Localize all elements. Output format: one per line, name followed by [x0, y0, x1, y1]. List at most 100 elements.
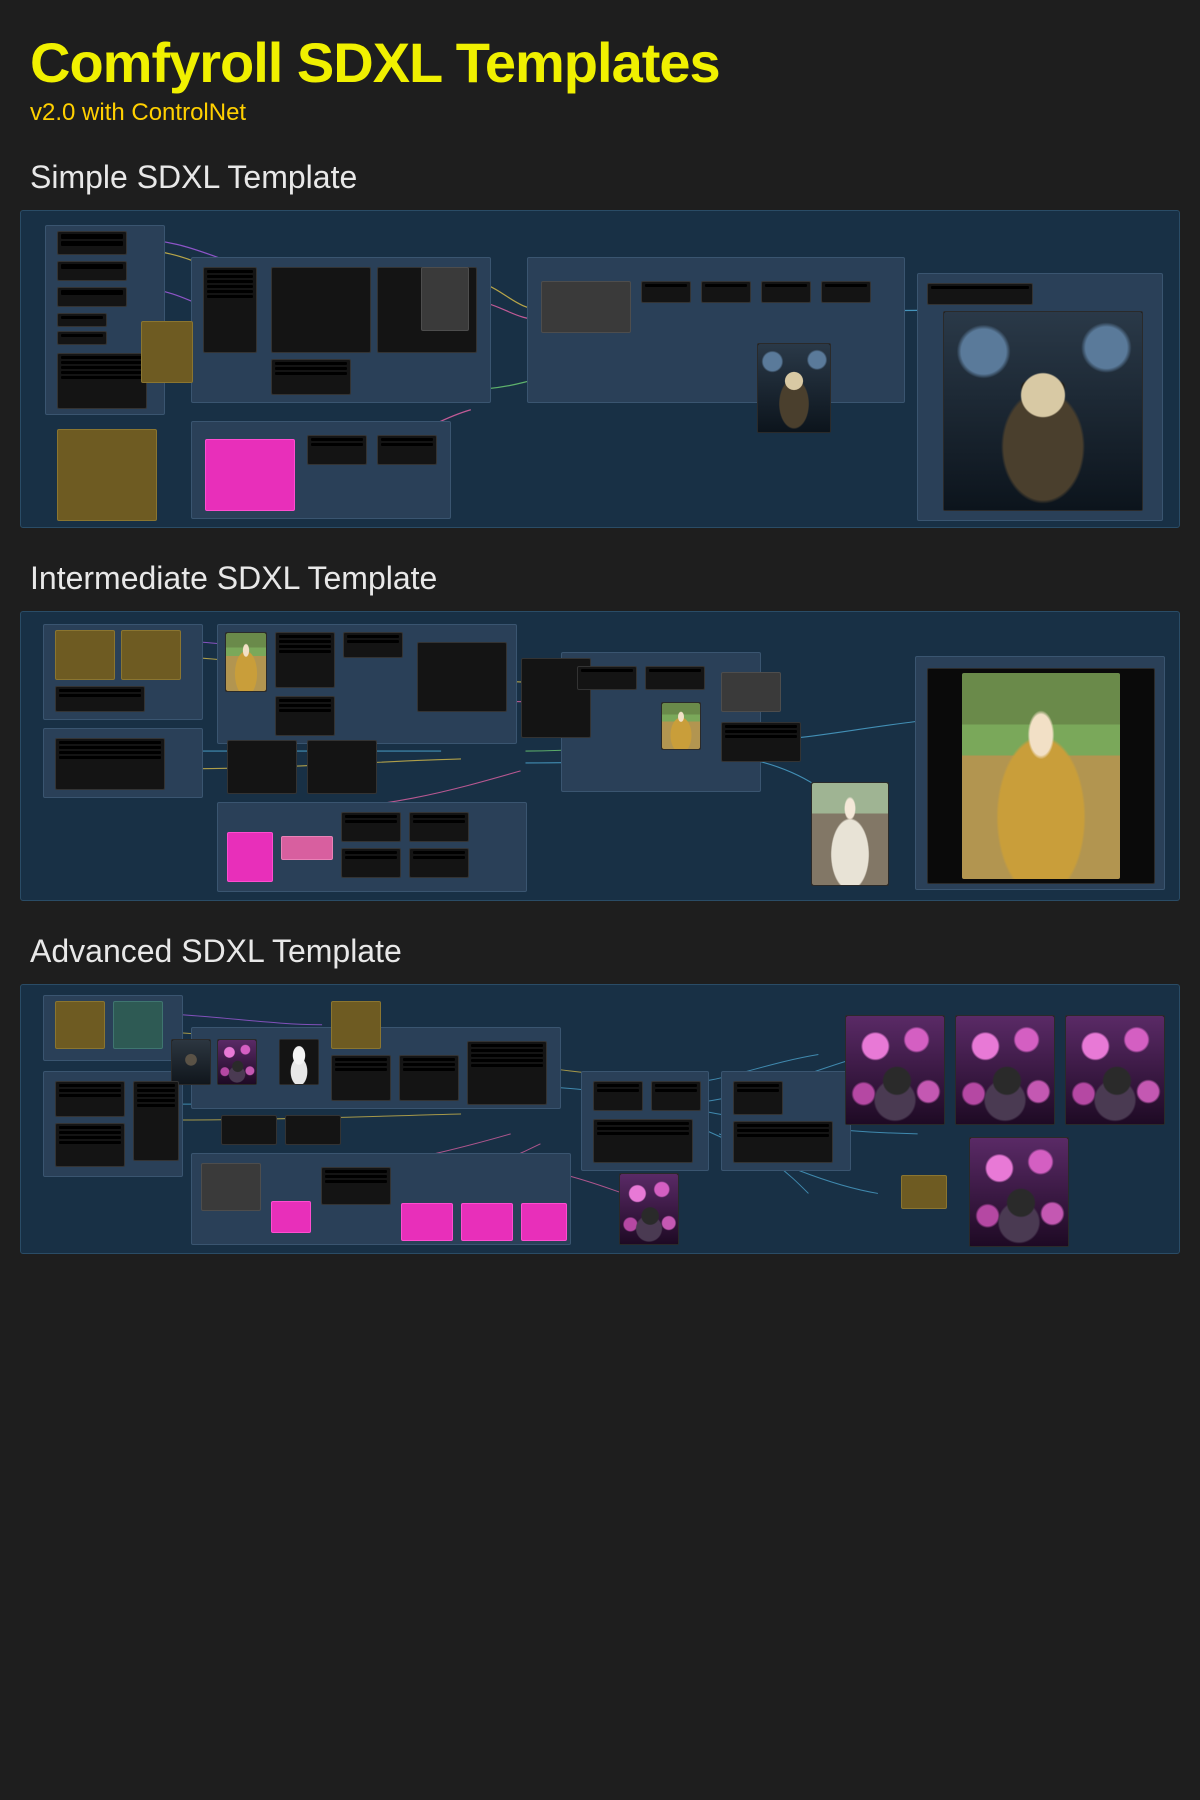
node-preview-4[interactable]: [969, 1137, 1069, 1247]
preview-0-thumb: [620, 1174, 678, 1244]
section-title-advanced: Advanced SDXL Template: [0, 901, 1200, 984]
node-ref-note[interactable]: [331, 1001, 381, 1049]
preview-2-thumb: [956, 1016, 1054, 1124]
node-preview-large[interactable]: [943, 311, 1143, 511]
node-note-olive-top2[interactable]: [121, 630, 181, 680]
node-pipeline-b[interactable]: [377, 435, 437, 465]
workflow-canvas-intermediate[interactable]: [20, 611, 1180, 901]
preview-thumb-large: [944, 312, 1142, 510]
node-cn-params-b[interactable]: [341, 848, 401, 878]
node-note-teal[interactable]: [113, 1001, 163, 1049]
ref-thumb: [226, 633, 266, 691]
node-cn-apply-3[interactable]: [461, 1203, 513, 1241]
latent-thumb: [662, 703, 700, 749]
preview-mid-thumb: [812, 783, 888, 885]
node-sampler-opts-2[interactable]: [651, 1081, 701, 1111]
node-vae-decode[interactable]: [761, 281, 811, 303]
node-preview-3[interactable]: [1065, 1015, 1165, 1125]
ref-a-thumb: [172, 1040, 210, 1084]
node-ref-params-1[interactable]: [331, 1055, 391, 1101]
node-refine-b[interactable]: [733, 1121, 833, 1163]
node-small-b[interactable]: [57, 331, 107, 345]
node-prompt-box-3[interactable]: [275, 696, 335, 736]
node-meta-a[interactable]: [55, 686, 145, 712]
workflow-canvas-advanced[interactable]: [20, 984, 1180, 1254]
node-sampler-opts[interactable]: [593, 1081, 643, 1111]
node-save-image-meta[interactable]: [927, 283, 1033, 305]
workflow-canvas-simple[interactable]: [20, 210, 1180, 528]
node-pipeline-a[interactable]: [307, 435, 367, 465]
node-load-lora[interactable]: [57, 287, 127, 307]
node-preview-large[interactable]: [927, 668, 1155, 884]
node-sampler-a[interactable]: [577, 666, 637, 690]
node-load-vae[interactable]: [57, 261, 127, 281]
node-param-c[interactable]: [133, 1081, 179, 1161]
node-preview-1[interactable]: [845, 1015, 945, 1125]
node-ref-image[interactable]: [225, 632, 267, 692]
node-clip-params[interactable]: [203, 267, 257, 353]
node-cn-mid[interactable]: [321, 1167, 391, 1205]
node-ksampler-panel[interactable]: [541, 281, 631, 333]
node-param-a[interactable]: [55, 1081, 125, 1117]
node-ref-b[interactable]: [217, 1039, 257, 1085]
preview-4-thumb: [970, 1138, 1068, 1246]
node-latent-preview[interactable]: [661, 702, 701, 750]
node-ksampler-opts-c[interactable]: [821, 281, 871, 303]
node-cn-apply-1[interactable]: [271, 1201, 311, 1233]
section-title-intermediate: Intermediate SDXL Template: [0, 528, 1200, 611]
node-preview-mid[interactable]: [811, 782, 889, 886]
page-title: Comfyroll SDXL Templates: [0, 0, 1200, 95]
node-cn-setup-a[interactable]: [227, 740, 297, 794]
ref-c-thumb: [280, 1040, 318, 1084]
node-cn-apply-2[interactable]: [401, 1203, 453, 1241]
node-positive[interactable]: [417, 642, 507, 712]
node-cn-img-a[interactable]: [221, 1115, 277, 1145]
node-load-checkpoint[interactable]: [57, 231, 127, 255]
node-cn-aux[interactable]: [281, 836, 333, 860]
node-cn-params-d[interactable]: [409, 848, 469, 878]
page-subtitle: v2.0 with ControlNet: [0, 95, 1200, 127]
node-prompt-positive[interactable]: [271, 267, 371, 353]
node-sampler-opts-3[interactable]: [593, 1119, 693, 1163]
node-ref-params-2[interactable]: [399, 1055, 459, 1101]
node-loaders[interactable]: [55, 738, 165, 790]
node-prompt-styles[interactable]: [271, 359, 351, 395]
node-ksampler-opts-a[interactable]: [641, 281, 691, 303]
node-preview-0[interactable]: [619, 1173, 679, 1245]
section-title-simple: Simple SDXL Template: [0, 127, 1200, 210]
node-prompt-box-2[interactable]: [343, 632, 403, 658]
node-cn-apply[interactable]: [227, 832, 273, 882]
node-cn-params-c[interactable]: [409, 812, 469, 842]
node-decode[interactable]: [721, 672, 781, 712]
preview-1-thumb: [846, 1016, 944, 1124]
node-note-olive-1[interactable]: [141, 321, 193, 383]
node-ref-params-3[interactable]: [467, 1041, 547, 1105]
node-sampler-b[interactable]: [645, 666, 705, 690]
preview-thumb-small: [758, 344, 830, 432]
node-refine-note[interactable]: [901, 1175, 947, 1209]
node-controlnet-apply[interactable]: [205, 439, 295, 511]
node-preview-2[interactable]: [955, 1015, 1055, 1125]
node-ksampler-opts-b[interactable]: [701, 281, 751, 303]
node-ref-c[interactable]: [279, 1039, 319, 1085]
node-conditioning[interactable]: [421, 267, 469, 331]
node-note-olive-2[interactable]: [57, 429, 157, 521]
node-cn-block[interactable]: [201, 1163, 261, 1211]
preview-3-thumb: [1066, 1016, 1164, 1124]
node-note-olive[interactable]: [55, 1001, 105, 1049]
ref-b-thumb: [218, 1040, 256, 1084]
node-preview-small[interactable]: [757, 343, 831, 433]
node-refine-a[interactable]: [733, 1081, 783, 1115]
node-ref-a[interactable]: [171, 1039, 211, 1085]
preview-large-thumb: [962, 673, 1120, 878]
node-cn-setup-b[interactable]: [307, 740, 377, 794]
node-cn-apply-4[interactable]: [521, 1203, 567, 1241]
node-upscale[interactable]: [721, 722, 801, 762]
node-text-block[interactable]: [57, 353, 147, 409]
node-small-a[interactable]: [57, 313, 107, 327]
node-param-b[interactable]: [55, 1123, 125, 1167]
node-prompt-box-1[interactable]: [275, 632, 335, 688]
node-cn-params-a[interactable]: [341, 812, 401, 842]
node-note-olive-top[interactable]: [55, 630, 115, 680]
node-cn-img-b[interactable]: [285, 1115, 341, 1145]
